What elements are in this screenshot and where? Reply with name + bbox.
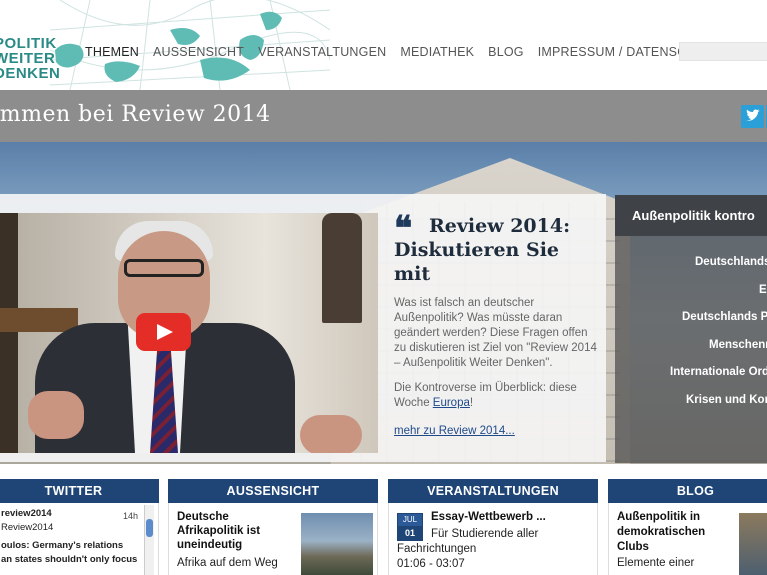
logo-line-1: POLITIK (0, 35, 57, 52)
topic-sidebar: Außenpolitik kontro Deutschlands E Deuts… (615, 195, 767, 463)
logo-line-2: WEITER (0, 50, 56, 67)
quote-mark-icon: ❝ (394, 209, 413, 249)
video-speaker-glasses (124, 259, 204, 277)
hero-intro: ❝ Review 2014: Diskutieren Sie mit Was i… (394, 209, 600, 437)
twitter-feed[interactable]: review2014 Review2014 14h oulos: Germany… (0, 503, 159, 575)
topic-item[interactable]: Internationale Ord (615, 366, 767, 394)
event-line-1: Für Studierende aller (431, 528, 539, 540)
event-date-range: 01:06 - 03:07 (397, 558, 465, 570)
veranstaltungen-box-heading: VERANSTALTUNGEN (388, 479, 598, 503)
topic-item[interactable]: Menschenr (615, 339, 767, 367)
nav-item-veranstaltungen[interactable]: VERANSTALTUNGEN (258, 45, 386, 59)
video-statue (322, 213, 362, 323)
tweet-author: review2014 (1, 508, 52, 519)
nav-item-aussensicht[interactable]: AUSSENSICHT (153, 45, 244, 59)
event-description: Für Studierende aller Fachrichtungen 01:… (397, 527, 592, 572)
video-speaker-hand-left (28, 391, 84, 439)
video-speaker-hand-right (300, 415, 362, 453)
youtube-play-icon[interactable] (136, 313, 191, 351)
topic-sidebar-heading: Außenpolitik kontro (615, 195, 767, 236)
welcome-bar: ommen bei Review 2014 (0, 90, 767, 142)
site-header: POLITIK WEITER DENKEN THEMEN AUSSENSICHT… (0, 0, 767, 90)
topic-item[interactable]: Deutschlands (615, 256, 767, 284)
blog-box: BLOG Außenpolitik in demokratischen Club… (608, 479, 767, 575)
topic-item[interactable]: Krisen und Kon (615, 394, 767, 422)
event-month: JUL (398, 514, 422, 526)
twitter-scrollbar-thumb[interactable] (146, 519, 153, 537)
nav-item-mediathek[interactable]: MEDIATHEK (400, 45, 474, 59)
aussensicht-box-heading: AUSSENSICHT (168, 479, 378, 503)
event-line-2: Fachrichtungen (397, 543, 477, 555)
topic-item[interactable]: E (615, 284, 767, 312)
event-item[interactable]: JUL 01 Essay-Wettbewerb ... Für Studiere… (388, 503, 598, 575)
tweet-text-line-1: oulos: Germany's relations (1, 540, 124, 551)
hero-lead: Die Kontroverse im Überblick: diese Woch… (394, 381, 600, 411)
europa-link[interactable]: Europa (433, 397, 470, 409)
aussensicht-box: AUSSENSICHT Deutsche Afrikapolitik ist u… (168, 479, 378, 575)
blog-post-title[interactable]: Außenpolitik in demokratischen Clubs (617, 510, 737, 555)
blog-box-heading: BLOG (608, 479, 767, 503)
topic-item[interactable]: Deutschlands Pa (615, 311, 767, 339)
article-title[interactable]: Deutsche Afrikapolitik ist uneindeutig (177, 510, 297, 552)
nav-item-blog[interactable]: BLOG (488, 45, 524, 59)
nav-item-themen[interactable]: THEMEN (85, 45, 139, 59)
tweet-handle: Review2014 (1, 522, 54, 533)
hero-headline: Review 2014: Diskutieren Sie mit (394, 215, 571, 285)
aussensicht-article[interactable]: Deutsche Afrikapolitik ist uneindeutig A… (168, 503, 378, 575)
veranstaltungen-box: VERANSTALTUNGEN JUL 01 Essay-Wettbewerb … (388, 479, 598, 575)
video-shelf-edge (0, 213, 18, 453)
twitter-box: TWITTER review2014 Review2014 14h oulos:… (0, 479, 159, 575)
blog-article[interactable]: Außenpolitik in demokratischen Clubs Ele… (608, 503, 767, 575)
twitter-scrollbar[interactable] (144, 505, 154, 575)
hero-lead-suffix: ! (469, 397, 474, 409)
video-shelf (0, 308, 78, 332)
tweet-text-line-2: an states shouldn't only focus (1, 554, 138, 565)
hero-body: Was ist falsch an deutscher Außenpolitik… (394, 297, 597, 369)
blog-post-image[interactable] (739, 513, 767, 575)
main-nav: THEMEN AUSSENSICHT VERANSTALTUNGEN MEDIA… (85, 45, 735, 59)
hero-section: ❝ Review 2014: Diskutieren Sie mit Was i… (0, 142, 767, 464)
teaser-boxes: TWITTER review2014 Review2014 14h oulos:… (0, 464, 767, 575)
more-review-link[interactable]: mehr zu Review 2014... (394, 425, 600, 437)
article-image[interactable] (301, 513, 373, 575)
video-player[interactable] (0, 213, 378, 453)
topic-list: Deutschlands E Deutschlands Pa Menschenr… (615, 236, 767, 421)
article-teaser: Afrika auf dem Weg (177, 557, 278, 569)
search-input[interactable] (679, 42, 767, 61)
twitter-box-heading: TWITTER (0, 479, 159, 503)
page-title: ommen bei Review 2014 (0, 102, 271, 127)
twitter-share-icon[interactable] (741, 105, 764, 128)
blog-post-teaser: Elemente einer (617, 557, 695, 569)
tweet-time: 14h (123, 511, 139, 521)
logo-line-3: DENKEN (0, 65, 61, 82)
site-logo[interactable]: POLITIK WEITER DENKEN (0, 36, 60, 81)
event-title[interactable]: Essay-Wettbewerb ... (431, 511, 546, 523)
hero-lead-text: Die Kontroverse im Überblick: diese Woch… (394, 382, 577, 409)
